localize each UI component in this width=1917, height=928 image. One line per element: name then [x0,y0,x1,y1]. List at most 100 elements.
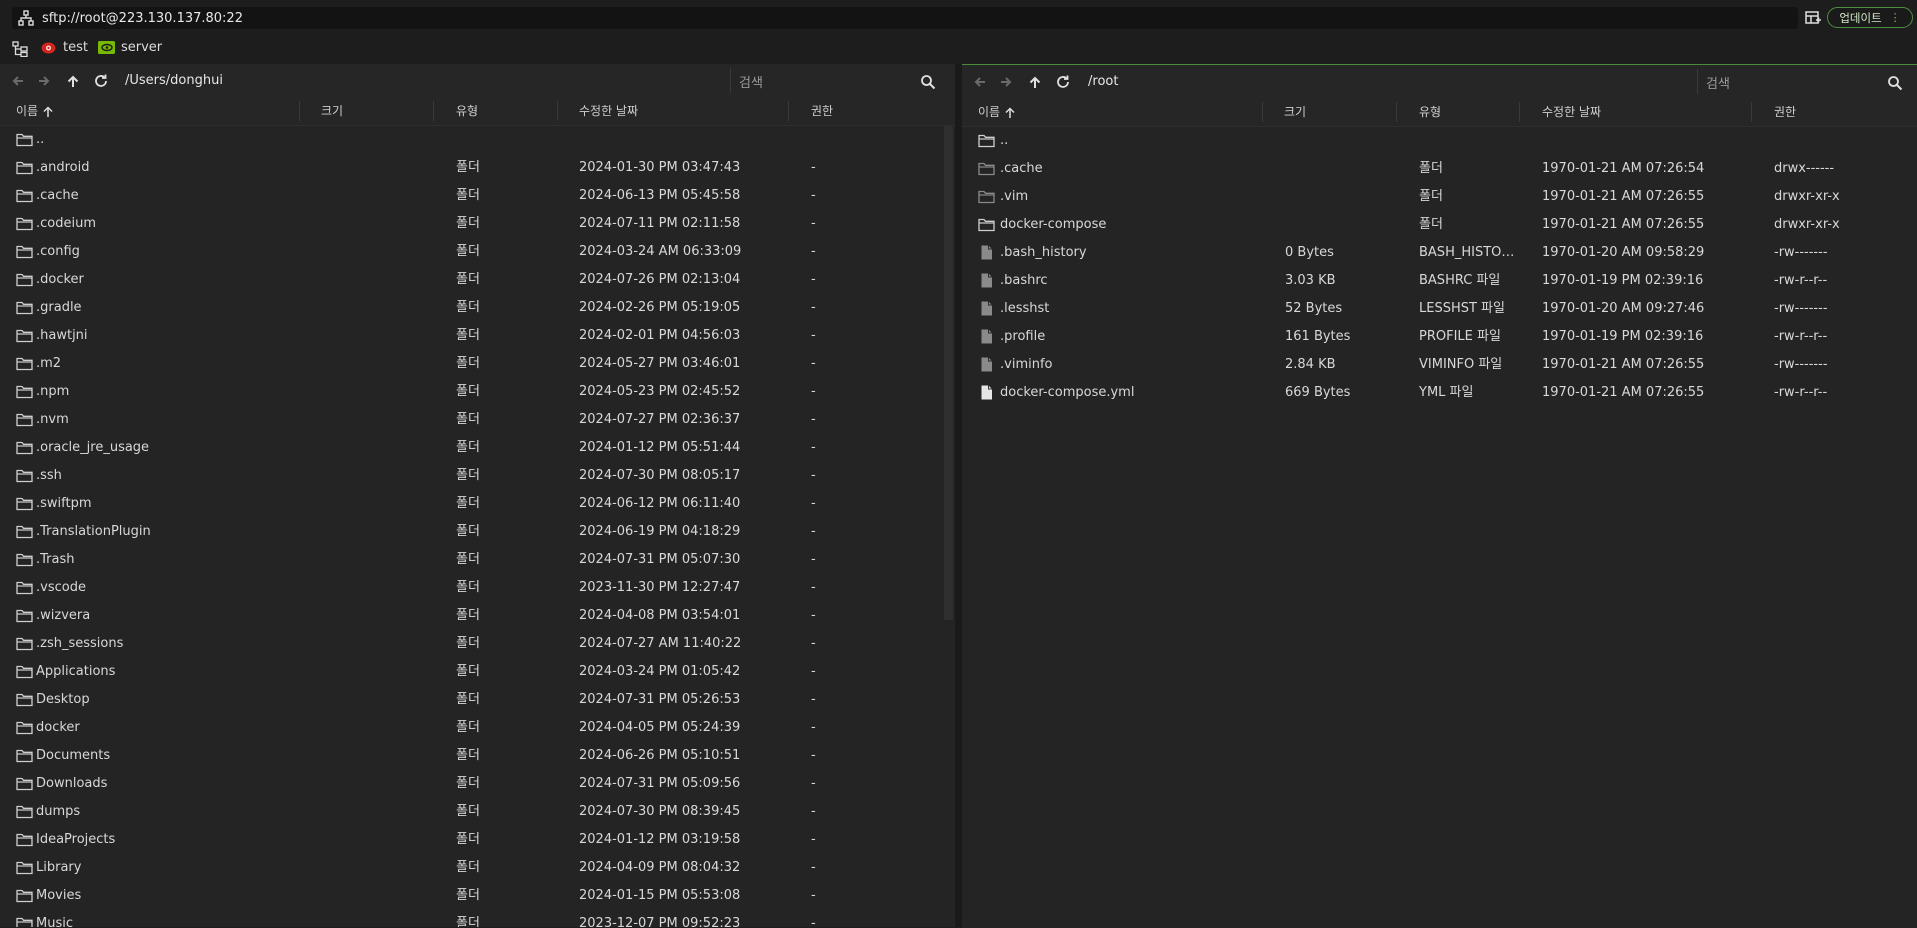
col-permissions[interactable]: 권한 [811,97,833,125]
file-row[interactable]: Desktop 폴더 2024-07-31 PM 05:26:53 - [0,686,955,714]
file-row[interactable]: .cache 폴더 1970-01-21 AM 07:26:54 drwx------ [962,155,1917,183]
back-icon[interactable] [10,73,26,89]
tab-server[interactable]: server [98,40,162,55]
file-row[interactable]: Documents 폴더 2024-06-26 PM 05:10:51 - [0,742,955,770]
file-row[interactable]: .swiftpm 폴더 2024-06-12 PM 06:11:40 - [0,490,955,518]
col-size[interactable]: 크기 [1284,98,1306,126]
back-icon[interactable] [972,74,988,90]
search-icon[interactable] [920,74,936,90]
refresh-icon[interactable] [1055,74,1071,90]
col-name[interactable]: 이름 [978,98,1016,126]
file-icon [981,329,992,344]
forward-icon[interactable] [36,73,52,89]
col-name-label: 이름 [978,105,1001,119]
file-row[interactable]: .. [0,126,955,154]
local-path[interactable]: /Users/donghui [125,73,223,88]
col-modified[interactable]: 수정한 날짜 [579,97,638,125]
file-row[interactable]: .android 폴더 2024-01-30 PM 03:47:43 - [0,154,955,182]
file-row[interactable]: docker-compose.yml 669 Bytes YML 파일 1970-01… [962,379,1917,407]
file-row[interactable]: Library 폴더 2024-04-09 PM 08:04:32 - [0,854,955,882]
file-row[interactable]: .gradle 폴더 2024-02-26 PM 05:19:05 - [0,294,955,322]
file-permissions: - [811,272,816,287]
file-row[interactable]: .bashrc 3.03 KB BASHRC 파일 1970-01-19 PM 02:… [962,267,1917,295]
file-row[interactable]: .profile 161 Bytes PROFILE 파일 1970-01-19 PM… [962,323,1917,351]
file-row[interactable]: dumps 폴더 2024-07-30 PM 08:39:45 - [0,798,955,826]
tab-test[interactable]: test [40,40,88,55]
col-separator[interactable] [1262,102,1263,122]
search-icon[interactable] [1887,75,1903,91]
file-modified: 2024-04-09 PM 08:04:32 [579,860,741,875]
col-size[interactable]: 크기 [321,97,343,125]
col-separator[interactable] [1519,102,1520,122]
file-permissions: drwxr-xr-x [1774,217,1840,232]
col-separator[interactable] [1396,102,1397,122]
col-permissions[interactable]: 권한 [1774,98,1796,126]
col-separator[interactable] [433,101,434,121]
file-row[interactable]: .docker 폴더 2024-07-26 PM 02:13:04 - [0,266,955,294]
file-row[interactable]: .bash_history 0 Bytes BASH_HISTO… 1970-01-2… [962,239,1917,267]
file-row[interactable]: .config 폴더 2024-03-24 AM 06:33:09 - [0,238,955,266]
layout-icon[interactable] [1805,10,1821,26]
file-row[interactable]: .ssh 폴더 2024-07-30 PM 08:05:17 - [0,462,955,490]
folder-icon [16,889,33,903]
file-row[interactable]: Movies 폴더 2024-01-15 PM 05:53:08 - [0,882,955,910]
file-row[interactable]: .nvm 폴더 2024-07-27 PM 02:36:37 - [0,406,955,434]
up-icon[interactable] [65,73,81,89]
local-search-input[interactable]: 검색 [730,68,946,93]
file-name: .bash_history [1000,245,1087,260]
file-permissions: - [811,328,816,343]
col-type[interactable]: 유형 [1419,98,1441,126]
file-row[interactable]: docker-compose 폴더 1970-01-21 AM 07:26:55 dr… [962,211,1917,239]
file-name: docker-compose [1000,217,1107,232]
file-row[interactable]: IdeaProjects 폴더 2024-01-12 PM 03:19:58 - [0,826,955,854]
file-name: .nvm [36,412,69,427]
file-row[interactable]: Applications 폴더 2024-03-24 PM 01:05:42 - [0,658,955,686]
col-separator[interactable] [557,101,558,121]
file-row[interactable]: .npm 폴더 2024-05-23 PM 02:45:52 - [0,378,955,406]
refresh-icon[interactable] [93,73,109,89]
col-type[interactable]: 유형 [456,97,478,125]
file-row[interactable]: .m2 폴더 2024-05-27 PM 03:46:01 - [0,350,955,378]
file-row[interactable]: .vscode 폴더 2023-11-30 PM 12:27:47 - [0,574,955,602]
file-row[interactable]: .cache 폴더 2024-06-13 PM 05:45:58 - [0,182,955,210]
address-bar[interactable]: sftp://root@223.130.137.80:22 [12,7,1798,29]
site-tree-icon[interactable] [12,41,28,57]
forward-icon[interactable] [998,74,1014,90]
file-row[interactable]: .Trash 폴더 2024-07-31 PM 05:07:30 - [0,546,955,574]
col-separator[interactable] [1751,102,1752,122]
remote-pane: /root 검색 이름 크기 유형 수정한 날짜 권한 .. .cache 폴더 19… [962,64,1917,928]
file-permissions: -rw-r--r-- [1774,385,1828,400]
file-row[interactable]: .TranslationPlugin 폴더 2024-06-19 PM 04:18:… [0,518,955,546]
remote-path[interactable]: /root [1088,74,1118,89]
file-row[interactable]: .. [962,127,1917,155]
col-separator[interactable] [788,101,789,121]
file-type: 폴더 [1419,217,1443,232]
col-modified[interactable]: 수정한 날짜 [1542,98,1601,126]
col-name[interactable]: 이름 [16,97,54,125]
pane-divider[interactable] [955,64,962,927]
file-name: dumps [36,804,81,819]
file-row[interactable]: .wizvera 폴더 2024-04-08 PM 03:54:01 - [0,602,955,630]
file-row[interactable]: .lesshst 52 Bytes LESSHST 파일 1970-01-20 AM … [962,295,1917,323]
file-row[interactable]: .hawtjni 폴더 2024-02-01 PM 04:56:03 - [0,322,955,350]
up-icon[interactable] [1027,74,1043,90]
file-row[interactable]: .viminfo 2.84 KB VIMINFO 파일 1970-01-21 AM 0… [962,351,1917,379]
file-modified: 2024-07-27 AM 11:40:22 [579,636,742,651]
folder-icon [16,189,33,203]
local-scrollbar[interactable] [944,126,953,620]
file-row[interactable]: .vim 폴더 1970-01-21 AM 07:26:55 drwxr-xr-x [962,183,1917,211]
file-row[interactable]: docker 폴더 2024-04-05 PM 05:24:39 - [0,714,955,742]
folder-icon [16,497,33,511]
file-row[interactable]: .codeium 폴더 2024-07-11 PM 02:11:58 - [0,210,955,238]
more-icon[interactable]: ⋮ [1890,11,1901,24]
folder-icon [16,161,33,175]
file-row[interactable]: Downloads 폴더 2024-07-31 PM 05:09:56 - [0,770,955,798]
file-name: .swiftpm [36,496,92,511]
file-row[interactable]: .zsh_sessions 폴더 2024-07-27 AM 11:40:22 - [0,630,955,658]
remote-search-input[interactable]: 검색 [1697,69,1913,94]
file-row[interactable]: .oracle_jre_usage 폴더 2024-01-12 PM 05:51:4… [0,434,955,462]
file-name: .TranslationPlugin [36,524,151,539]
update-button[interactable]: 업데이트 ⋮ [1827,7,1913,28]
col-separator[interactable] [299,101,300,121]
file-row[interactable]: Music 폴더 2023-12-07 PM 09:52:23 - [0,910,955,927]
